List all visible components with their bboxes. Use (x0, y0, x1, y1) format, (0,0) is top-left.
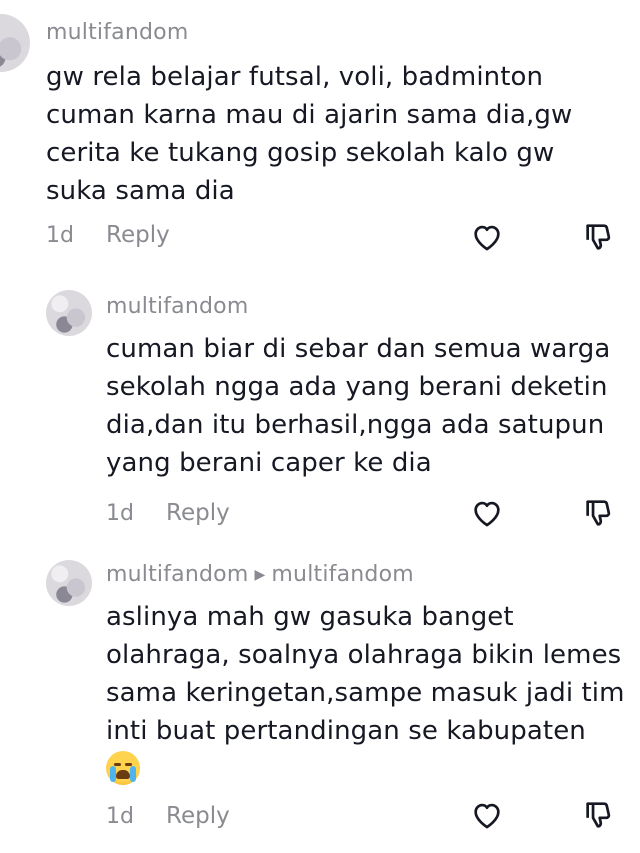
comment-meta: 1d Reply (106, 500, 230, 526)
reply-comment-item: multifandom cuman biar di sebar dan semu… (0, 280, 640, 550)
comment-text: cuman biar di sebar dan semua warga seko… (106, 334, 611, 478)
thumbs-down-icon[interactable] (582, 220, 616, 254)
comment-time: 1d (46, 222, 74, 248)
comment-text: gw rela belajar futsal, voli, badminton … (46, 62, 573, 206)
triangle-right-icon: ▶ (254, 567, 266, 583)
reply-button[interactable]: Reply (106, 222, 170, 248)
comment-meta: 1d Reply (46, 222, 170, 248)
avatar[interactable] (46, 290, 92, 336)
heart-outline-icon[interactable] (470, 798, 504, 832)
reply-button[interactable]: Reply (166, 500, 230, 526)
comment-username-link[interactable]: multifandom (106, 562, 248, 587)
comment-username[interactable]: multifandom (106, 294, 248, 319)
comment-text: aslinya mah gw gasuka banget olahraga, s… (106, 602, 625, 746)
heart-outline-icon[interactable] (470, 496, 504, 530)
comment-meta: 1d Reply (106, 803, 230, 829)
avatar[interactable] (46, 560, 92, 606)
avatar[interactable] (0, 14, 30, 72)
thumbs-down-icon[interactable] (582, 798, 616, 832)
comment-time: 1d (106, 500, 134, 526)
comment-item: multifandom gw rela belajar futsal, voli… (0, 0, 640, 270)
thumbs-down-icon[interactable] (582, 496, 616, 530)
reply-comment-item: multifandom ▶ multifandom aslinya mah gw g… (0, 552, 640, 853)
reply-button[interactable]: Reply (166, 803, 230, 829)
heart-outline-icon[interactable] (470, 220, 504, 254)
comment-username: multifandom ▶ multifandom (106, 562, 414, 587)
comment-time: 1d (106, 803, 134, 829)
loudly-crying-face-emoji (106, 751, 140, 785)
comment-username[interactable]: multifandom (46, 20, 188, 45)
reply-to-username[interactable]: multifandom (271, 562, 413, 587)
